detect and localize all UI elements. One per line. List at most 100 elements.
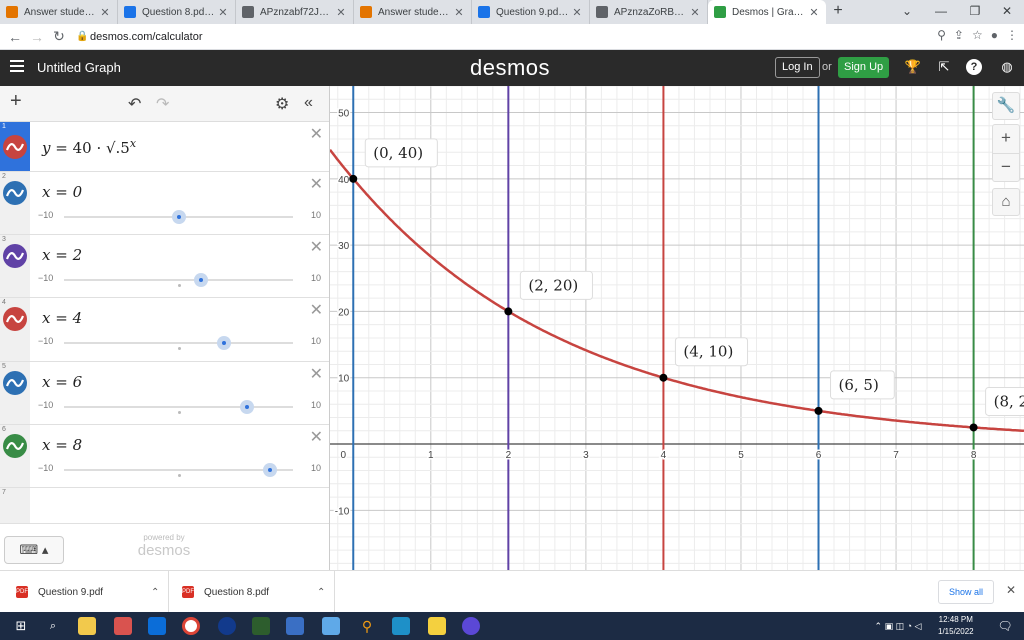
close-tab-icon[interactable]: ✕ xyxy=(453,6,465,19)
graph-color-swatch-icon[interactable] xyxy=(3,434,27,458)
redo-icon[interactable]: ↷ xyxy=(156,94,169,114)
share-icon[interactable]: ⇪ xyxy=(954,28,964,42)
download-item[interactable]: PDF Question 9.pdf ⌃ xyxy=(16,580,159,604)
notifications-icon[interactable]: 🗨 xyxy=(996,617,1014,635)
undo-icon[interactable]: ↶ xyxy=(128,94,141,114)
close-tab-icon[interactable]: ✕ xyxy=(217,6,229,19)
browser-tab[interactable]: Answer students' q✕ xyxy=(354,0,472,24)
value-slider[interactable]: −10 10 xyxy=(38,400,321,414)
slider-max[interactable]: 10 xyxy=(311,463,321,473)
expression-item[interactable]: 7 xyxy=(0,488,329,524)
app-icon[interactable] xyxy=(114,617,132,635)
zoom-in-button[interactable]: + xyxy=(993,125,1019,153)
browser-tab[interactable]: Desmos | Graphing✕ xyxy=(708,0,826,24)
minimize-button[interactable]: — xyxy=(924,0,958,24)
slider-track[interactable] xyxy=(64,463,293,477)
expression-input[interactable]: y = 40 · √.5x xyxy=(42,137,136,157)
graph-settings-wrench-icon[interactable]: 🔧 xyxy=(992,92,1020,120)
search-app-icon[interactable]: ⚲ xyxy=(358,617,376,635)
expression-item[interactable]: 6 x = 8 ✕ −10 10 xyxy=(0,425,329,488)
expression-input[interactable]: x = 4 xyxy=(42,309,82,327)
help-icon[interactable]: ? xyxy=(966,59,982,75)
expression-input[interactable]: x = 8 xyxy=(42,436,82,454)
slider-min[interactable]: −10 xyxy=(38,400,53,410)
tab-search-icon[interactable]: ⌄ xyxy=(890,0,924,24)
delete-expression-icon[interactable]: ✕ xyxy=(310,237,323,257)
reload-icon[interactable]: ↻ xyxy=(48,28,70,45)
close-downloads-bar-icon[interactable]: ✕ xyxy=(1006,583,1016,597)
slider-handle[interactable] xyxy=(263,463,278,477)
slider-track[interactable] xyxy=(64,400,293,414)
slider-handle[interactable] xyxy=(171,210,186,224)
search-icon[interactable]: ⌕ xyxy=(44,617,62,635)
slider-handle[interactable] xyxy=(217,336,232,350)
close-tab-icon[interactable]: ✕ xyxy=(689,6,701,19)
sign-up-button[interactable]: Sign Up xyxy=(838,57,890,78)
bookmark-star-icon[interactable]: ☆ xyxy=(972,28,983,42)
value-slider[interactable]: −10 10 xyxy=(38,336,321,350)
slider-handle[interactable] xyxy=(194,273,209,287)
slider-max[interactable]: 10 xyxy=(311,336,321,346)
zoom-icon[interactable]: ⚲ xyxy=(937,28,946,42)
file-explorer-icon[interactable] xyxy=(78,617,96,635)
browser-tab[interactable]: APznzabf72JXEsZG✕ xyxy=(236,0,354,24)
browser-tab[interactable]: APznzaZoRBvzRuC✕ xyxy=(590,0,708,24)
app-icon[interactable] xyxy=(218,617,236,635)
expression-item[interactable]: 1 y = 40 · √.5x ✕ xyxy=(0,122,329,172)
expression-input[interactable]: x = 6 xyxy=(42,373,82,391)
slider-min[interactable]: −10 xyxy=(38,273,53,283)
point-label[interactable]: (6, 5) xyxy=(830,370,895,400)
point-label[interactable]: (2, 20) xyxy=(519,270,593,300)
chrome-icon[interactable] xyxy=(182,617,200,635)
browser-tab[interactable]: Question 9.pdf - Go✕ xyxy=(472,0,590,24)
close-tab-icon[interactable]: ✕ xyxy=(571,6,583,19)
menu-dots-icon[interactable]: ⋮ xyxy=(1006,28,1018,42)
security-shield-icon[interactable] xyxy=(286,617,304,635)
graph-paper[interactable]: 0 1 2 3 4 5 6 7 8 -10 10 20 30 40 50 (0, 40) (2, 20) (4, … xyxy=(330,86,1024,570)
expression-gutter[interactable]: 7 xyxy=(0,488,30,523)
new-tab-button[interactable]: + xyxy=(826,0,850,24)
show-all-downloads-button[interactable]: Show all xyxy=(937,580,994,604)
slider-handle[interactable] xyxy=(240,400,255,414)
magnifier-icon[interactable] xyxy=(462,617,480,635)
language-globe-icon[interactable]: ◍ xyxy=(998,59,1016,77)
close-tab-icon[interactable]: ✕ xyxy=(335,6,347,19)
trophy-icon[interactable]: 🏆 xyxy=(904,59,922,77)
graph-color-swatch-icon[interactable] xyxy=(3,135,27,159)
app-icon[interactable] xyxy=(322,617,340,635)
download-options-chevron-icon[interactable]: ⌃ xyxy=(151,587,159,598)
zoom-out-button[interactable]: − xyxy=(993,153,1019,181)
keyboard-toggle-button[interactable]: ⌨ ▴ xyxy=(4,536,64,564)
slider-max[interactable]: 10 xyxy=(311,210,321,220)
delete-expression-icon[interactable]: ✕ xyxy=(310,174,323,194)
expression-item[interactable]: 4 x = 4 ✕ −10 10 xyxy=(0,298,329,362)
log-in-button[interactable]: Log In xyxy=(775,57,820,78)
app-icon[interactable] xyxy=(392,617,410,635)
close-tab-icon[interactable]: ✕ xyxy=(99,6,111,19)
download-options-chevron-icon[interactable]: ⌃ xyxy=(317,587,325,598)
expression-input[interactable]: x = 0 xyxy=(42,183,82,201)
restore-button[interactable]: ❐ xyxy=(958,0,992,24)
value-slider[interactable]: −10 10 xyxy=(38,273,321,287)
share-graph-icon[interactable]: ⇱ xyxy=(935,59,953,77)
graph-canvas[interactable]: 0 1 2 3 4 5 6 7 8 -10 10 20 30 40 50 (0, 40) (2, 20) (4, … xyxy=(330,86,1024,570)
slider-track[interactable] xyxy=(64,336,293,350)
windows-start-icon[interactable]: ⊞ xyxy=(12,617,30,635)
delete-expression-icon[interactable]: ✕ xyxy=(310,427,323,447)
system-tray-icons[interactable]: ⌃ ▣ ◫ ◔ ◁ xyxy=(858,617,938,635)
slider-min[interactable]: −10 xyxy=(38,336,53,346)
expression-item[interactable]: 3 x = 2 ✕ −10 10 xyxy=(0,235,329,298)
value-slider[interactable]: −10 10 xyxy=(38,210,321,224)
slider-track[interactable] xyxy=(64,210,293,224)
collapse-panel-icon[interactable]: « xyxy=(304,94,313,112)
point-label[interactable]: (0, 40) xyxy=(364,138,438,168)
hamburger-menu-icon[interactable] xyxy=(10,60,24,74)
app-icon[interactable] xyxy=(252,617,270,635)
expression-item[interactable]: 2 x = 0 ✕ −10 10 xyxy=(0,172,329,235)
settings-gear-icon[interactable]: ⚙ xyxy=(275,94,289,114)
back-icon[interactable]: ← xyxy=(4,29,26,45)
graph-color-swatch-icon[interactable] xyxy=(3,307,27,331)
expression-input[interactable]: x = 2 xyxy=(42,246,82,264)
delete-expression-icon[interactable]: ✕ xyxy=(310,300,323,320)
value-slider[interactable]: −10 10 xyxy=(38,463,321,477)
